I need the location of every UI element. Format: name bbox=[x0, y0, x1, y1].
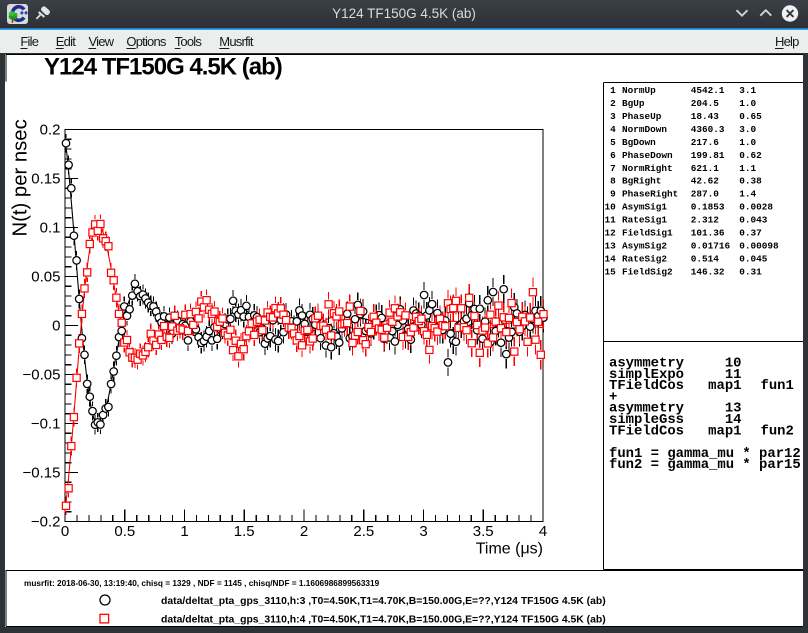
svg-text:11: 11 bbox=[605, 214, 617, 225]
svg-text:5: 5 bbox=[610, 136, 616, 147]
svg-text:NormUp: NormUp bbox=[622, 85, 656, 96]
svg-text:BgDown: BgDown bbox=[622, 136, 656, 147]
svg-text:287.0: 287.0 bbox=[691, 188, 720, 199]
svg-text:2.5: 2.5 bbox=[353, 523, 374, 540]
svg-text:0.38: 0.38 bbox=[739, 175, 762, 186]
svg-text:3.0: 3.0 bbox=[739, 123, 756, 134]
svg-text:0: 0 bbox=[61, 523, 69, 540]
svg-text:14: 14 bbox=[605, 253, 617, 264]
svg-text:AsymSig1: AsymSig1 bbox=[622, 201, 667, 212]
svg-text:PhaseDown: PhaseDown bbox=[622, 149, 673, 160]
svg-text:101.36: 101.36 bbox=[691, 227, 725, 238]
svg-text:1.5: 1.5 bbox=[234, 523, 255, 540]
svg-text:1.0: 1.0 bbox=[739, 98, 756, 109]
svg-text:TFieldCos: TFieldCos bbox=[609, 378, 684, 394]
svg-text:15: 15 bbox=[605, 266, 617, 277]
svg-text:0.62: 0.62 bbox=[739, 149, 762, 160]
svg-text:−0.05: −0.05 bbox=[23, 366, 61, 383]
svg-text:RateSig2: RateSig2 bbox=[622, 253, 667, 264]
svg-text:BgRight: BgRight bbox=[622, 175, 661, 186]
svg-text:0: 0 bbox=[52, 317, 60, 334]
svg-text:12: 12 bbox=[605, 227, 617, 238]
svg-text:Y124 TF150G 4.5K (ab): Y124 TF150G 4.5K (ab) bbox=[44, 54, 282, 81]
svg-text:NormRight: NormRight bbox=[622, 162, 673, 173]
svg-text:0.15: 0.15 bbox=[31, 170, 60, 187]
svg-text:204.5: 204.5 bbox=[691, 98, 720, 109]
svg-text:AsymSig2: AsymSig2 bbox=[622, 240, 667, 251]
svg-text:0.31: 0.31 bbox=[739, 266, 762, 277]
svg-text:0.2: 0.2 bbox=[40, 121, 61, 138]
svg-text:3: 3 bbox=[419, 523, 427, 540]
svg-text:BgUp: BgUp bbox=[622, 98, 645, 109]
svg-text:2.312: 2.312 bbox=[691, 214, 720, 225]
svg-text:Time (μs): Time (μs) bbox=[476, 540, 543, 557]
svg-text:0.65: 0.65 bbox=[739, 110, 762, 121]
svg-text:fun2 = gamma_mu * par15: fun2 = gamma_mu * par15 bbox=[609, 457, 801, 473]
svg-text:3: 3 bbox=[610, 110, 616, 121]
svg-text:FieldSig1: FieldSig1 bbox=[622, 227, 673, 238]
svg-text:2: 2 bbox=[610, 98, 616, 109]
svg-text:0.0028: 0.0028 bbox=[739, 201, 773, 212]
svg-text:0.043: 0.043 bbox=[739, 214, 768, 225]
svg-text:0.37: 0.37 bbox=[739, 227, 762, 238]
svg-text:map1: map1 bbox=[708, 423, 741, 439]
svg-text:data/deltat_pta_gps_3110,h:3 ,: data/deltat_pta_gps_3110,h:3 ,T0=4.50K,T… bbox=[161, 596, 606, 607]
svg-text:1.1: 1.1 bbox=[739, 162, 756, 173]
svg-text:1: 1 bbox=[610, 85, 616, 96]
svg-text:musrfit: 2018-06-30, 13:19:40,: musrfit: 2018-06-30, 13:19:40, chisq = 1… bbox=[24, 579, 380, 588]
svg-text:PhaseUp: PhaseUp bbox=[622, 110, 662, 121]
svg-text:map1: map1 bbox=[708, 378, 741, 394]
svg-text:10: 10 bbox=[605, 201, 617, 212]
svg-text:0.01716: 0.01716 bbox=[691, 240, 731, 251]
svg-text:0.514: 0.514 bbox=[691, 253, 720, 264]
svg-text:fun2: fun2 bbox=[761, 423, 794, 439]
svg-text:621.1: 621.1 bbox=[691, 162, 720, 173]
svg-text:data/deltat_pta_gps_3110,h:4 ,: data/deltat_pta_gps_3110,h:4 ,T0=4.50K,T… bbox=[161, 614, 606, 625]
svg-text:4542.1: 4542.1 bbox=[691, 85, 725, 96]
svg-text:0.00098: 0.00098 bbox=[739, 240, 779, 251]
svg-text:PhaseRight: PhaseRight bbox=[622, 188, 678, 199]
svg-text:0.05: 0.05 bbox=[31, 268, 60, 285]
svg-text:−0.15: −0.15 bbox=[23, 464, 61, 481]
svg-text:18.43: 18.43 bbox=[691, 110, 720, 121]
svg-text:N(t) per nsec: N(t) per nsec bbox=[10, 119, 32, 236]
svg-text:fun1: fun1 bbox=[761, 378, 794, 394]
svg-text:1: 1 bbox=[180, 523, 188, 540]
svg-text:42.62: 42.62 bbox=[691, 175, 720, 186]
svg-text:9: 9 bbox=[610, 188, 616, 199]
svg-text:TFieldCos: TFieldCos bbox=[609, 423, 684, 439]
svg-text:−0.1: −0.1 bbox=[31, 415, 61, 432]
svg-text:1.0: 1.0 bbox=[739, 136, 756, 147]
svg-text:RateSig1: RateSig1 bbox=[622, 214, 667, 225]
svg-text:199.81: 199.81 bbox=[691, 149, 725, 160]
svg-text:217.6: 217.6 bbox=[691, 136, 720, 147]
svg-text:13: 13 bbox=[605, 240, 617, 251]
svg-text:0.1853: 0.1853 bbox=[691, 201, 725, 212]
svg-text:3.5: 3.5 bbox=[473, 523, 494, 540]
svg-text:4360.3: 4360.3 bbox=[691, 123, 725, 134]
svg-text:0.5: 0.5 bbox=[114, 523, 135, 540]
svg-text:−0.2: −0.2 bbox=[31, 513, 61, 530]
svg-text:4: 4 bbox=[610, 123, 616, 134]
svg-text:6: 6 bbox=[610, 149, 616, 160]
svg-text:1.4: 1.4 bbox=[739, 188, 756, 199]
svg-text:NormDown: NormDown bbox=[622, 123, 667, 134]
svg-text:FieldSig2: FieldSig2 bbox=[622, 266, 673, 277]
svg-text:0.045: 0.045 bbox=[739, 253, 768, 264]
svg-text:3.1: 3.1 bbox=[739, 85, 756, 96]
svg-text:0.1: 0.1 bbox=[40, 219, 61, 236]
svg-text:7: 7 bbox=[610, 162, 616, 173]
svg-text:146.32: 146.32 bbox=[691, 266, 725, 277]
svg-text:2: 2 bbox=[300, 523, 308, 540]
svg-text:8: 8 bbox=[610, 175, 616, 186]
svg-text:4: 4 bbox=[539, 523, 547, 540]
